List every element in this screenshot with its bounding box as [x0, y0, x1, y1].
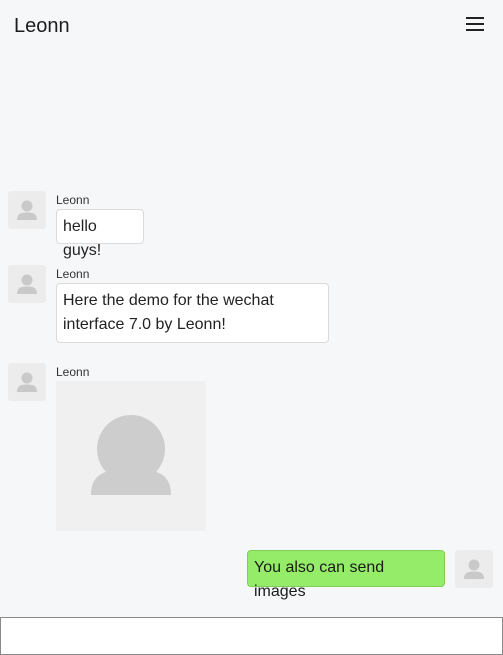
message-bubble: Here the demo for the wechat interface 7… [56, 283, 329, 343]
chat-header: Leonn [0, 0, 503, 52]
avatar[interactable] [8, 265, 46, 303]
menu-button[interactable] [461, 11, 489, 37]
user-silhouette-icon [91, 415, 171, 495]
message-text: You also can send images [254, 559, 385, 600]
message-bubble: hello guys! [56, 209, 144, 259]
sender-name: Leonn [56, 267, 90, 281]
user-avatar-icon [464, 559, 484, 579]
avatar[interactable] [8, 363, 46, 401]
user-avatar-icon [17, 274, 37, 294]
message-text-line: interface 7.0 by Leonn! [63, 316, 226, 333]
chat-title: Leonn [14, 15, 70, 37]
sender-name: Leonn [56, 193, 90, 207]
image-message[interactable] [56, 381, 206, 531]
avatar[interactable] [8, 191, 46, 229]
self-avatar[interactable] [455, 550, 493, 588]
user-avatar-icon [17, 200, 37, 220]
message-input[interactable] [0, 617, 503, 655]
user-avatar-icon [17, 372, 37, 392]
message-text-line: Here the demo for the wechat [63, 292, 274, 309]
message-bubble-self: You also can send images [247, 550, 445, 600]
sender-name: Leonn [56, 365, 90, 379]
hamburger-menu-icon [466, 17, 484, 31]
message-text: hello guys! [63, 218, 102, 259]
